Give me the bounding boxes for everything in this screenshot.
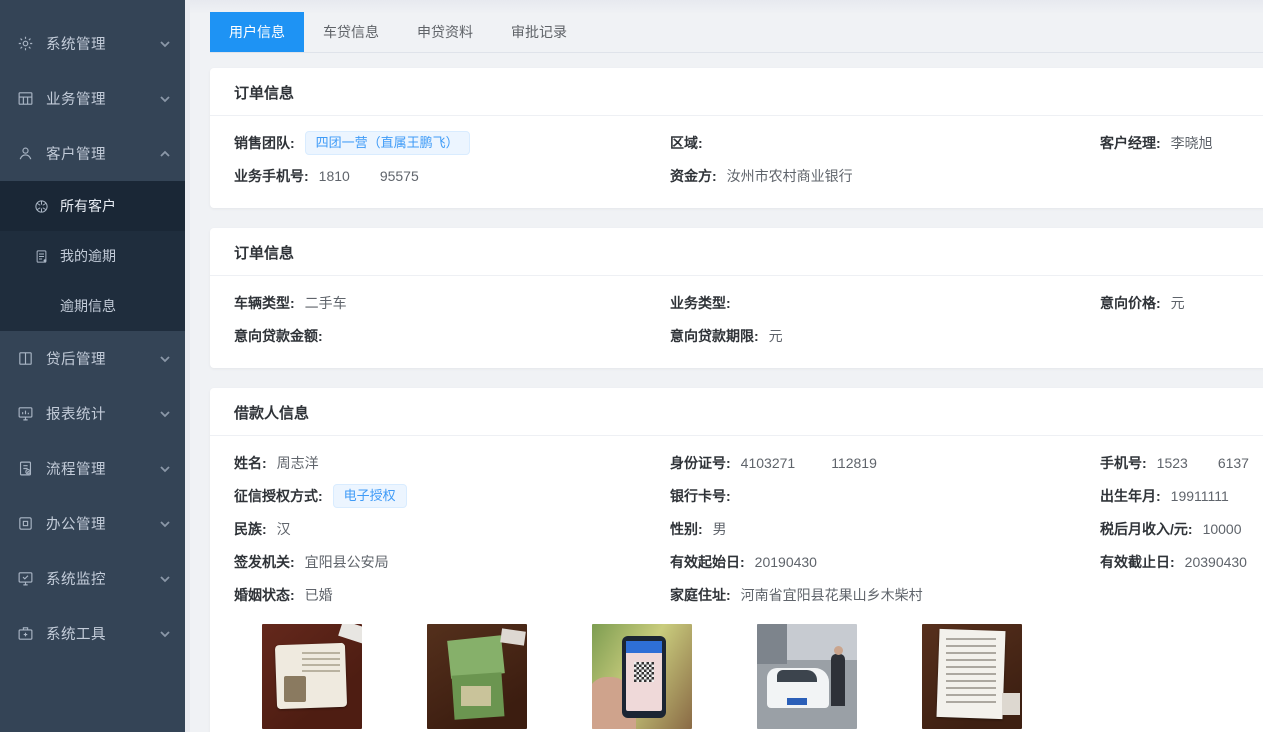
borrower-info-card: 借款人信息 姓名: 周志洋 身份证号: 4103271112819 手机号: 1… <box>210 388 1263 732</box>
field-valid-from: 有效起始日: 20190430 <box>670 545 1100 578</box>
field-marital-status: 婚姻状态: 已婚 <box>234 578 670 611</box>
field-valid-to: 有效截止日: 20390430 <box>1100 545 1263 578</box>
photo-handwritten-document[interactable] <box>922 624 1022 729</box>
loan-intent-card: 订单信息 车辆类型: 二手车 业务类型: 意向价格: 元 意向贷款金额: <box>210 228 1263 368</box>
sidebar-item-business-mgmt[interactable]: 业务管理 <box>0 71 185 126</box>
field-name: 姓名: 周志洋 <box>234 446 670 479</box>
sales-team-tag[interactable]: 四团一营（直属王鹏飞） <box>305 131 470 155</box>
sidebar-item-label: 我的逾期 <box>60 246 116 266</box>
customer-mgmt-submenu: 所有客户 我的逾期 逾期信息 <box>0 181 185 331</box>
sidebar-item-label: 流程管理 <box>46 458 159 479</box>
grid-icon <box>15 89 35 109</box>
sidebar-item-label: 贷后管理 <box>46 348 159 369</box>
credit-auth-tag[interactable]: 电子授权 <box>333 484 407 508</box>
field-ethnicity: 民族: 汉 <box>234 512 670 545</box>
customers-icon <box>32 197 50 215</box>
sidebar-item-report-stats[interactable]: 报表统计 <box>0 386 185 441</box>
sidebar-item-all-customers[interactable]: 所有客户 <box>0 181 185 231</box>
sidebar-item-system-monitor[interactable]: 系统监控 <box>0 551 185 606</box>
overdue-doc-icon <box>32 247 50 265</box>
main-content: 用户信息 车贷信息 申贷资料 审批记录 订单信息 销售团队: 四团一营（直属王鹏… <box>185 0 1263 732</box>
user-icon <box>15 144 35 164</box>
card-title: 订单信息 <box>210 68 1263 116</box>
sidebar-item-label: 系统工具 <box>46 623 159 644</box>
document-photos: 身份证 驾驶证图片 征信截图 <box>262 624 1263 732</box>
sidebar-item-label: 系统监控 <box>46 568 159 589</box>
detail-tabs: 用户信息 车贷信息 申贷资料 审批记录 <box>210 12 1263 53</box>
chevron-down-icon <box>159 353 171 365</box>
field-vehicle-type: 车辆类型: 二手车 <box>234 286 670 319</box>
field-issuing-authority: 签发机关: 宜阳县公安局 <box>234 545 670 578</box>
chevron-down-icon <box>159 573 171 585</box>
tab-approval-records[interactable]: 审批记录 <box>492 12 586 52</box>
sidebar-item-label: 系统管理 <box>46 33 159 54</box>
sidebar-item-system-mgmt[interactable]: 系统管理 <box>0 16 185 71</box>
report-monitor-icon <box>15 404 35 424</box>
field-bank-card: 银行卡号: <box>670 479 1100 512</box>
sidebar-item-postloan-mgmt[interactable]: 贷后管理 <box>0 331 185 386</box>
field-loan-term: 意向贷款期限: 元 <box>670 319 1100 352</box>
sidebar-item-label: 逾期信息 <box>60 296 116 316</box>
photo-credit-screenshot[interactable] <box>592 624 692 729</box>
field-intent-price: 意向价格: 元 <box>1100 286 1263 319</box>
book-icon <box>15 349 35 369</box>
chevron-down-icon <box>159 38 171 50</box>
chevron-up-icon <box>159 148 171 160</box>
photo-drivers-license[interactable] <box>427 624 527 729</box>
field-funder: 资金方: 汝州市农村商业银行 <box>670 159 1100 192</box>
card-title: 借款人信息 <box>210 388 1263 436</box>
sidebar-item-my-overdue[interactable]: 我的逾期 <box>0 231 185 281</box>
field-account-manager: 客户经理: 李晓旭 <box>1100 126 1263 159</box>
gear-icon <box>15 34 35 54</box>
sidebar-item-label: 办公管理 <box>46 513 159 534</box>
chevron-down-icon <box>159 463 171 475</box>
field-credit-auth: 征信授权方式: 电子授权 <box>234 479 670 512</box>
chevron-down-icon <box>159 408 171 420</box>
sidebar-item-customer-mgmt[interactable]: 客户管理 <box>0 126 185 181</box>
chevron-down-icon <box>159 518 171 530</box>
field-id-number: 身份证号: 4103271112819 <box>670 446 1100 479</box>
workflow-icon <box>15 459 35 479</box>
chevron-down-icon <box>159 93 171 105</box>
tab-user-info[interactable]: 用户信息 <box>210 12 304 52</box>
field-gender: 性别: 男 <box>670 512 1100 545</box>
redaction-patch <box>1188 456 1218 470</box>
sidebar-item-process-mgmt[interactable]: 流程管理 <box>0 441 185 496</box>
field-region: 区域: <box>670 126 1100 159</box>
field-business-phone: 业务手机号: 181095575 <box>234 159 670 192</box>
tab-loan-application-docs[interactable]: 申贷资料 <box>398 12 492 52</box>
sidebar-item-overdue-info[interactable]: 逾期信息 <box>0 281 185 331</box>
photo-person-with-car[interactable] <box>757 624 857 729</box>
sidebar-item-label: 所有客户 <box>60 196 116 216</box>
field-home-address: 家庭住址: 河南省宜阳县花果山乡木柴村 <box>670 578 1100 611</box>
field-loan-amount: 意向贷款金额: <box>234 319 670 352</box>
field-birth-date: 出生年月: 19911111 <box>1100 479 1263 512</box>
redaction-patch <box>795 456 831 470</box>
toolbox-icon <box>15 624 35 644</box>
sidebar-item-label: 业务管理 <box>46 88 159 109</box>
chevron-down-icon <box>159 628 171 640</box>
redaction-patch <box>350 169 380 183</box>
field-sales-team: 销售团队: 四团一营（直属王鹏飞） <box>234 126 670 159</box>
card-title: 订单信息 <box>210 228 1263 276</box>
sidebar-item-label: 报表统计 <box>46 403 159 424</box>
office-icon <box>15 514 35 534</box>
tab-car-loan-info[interactable]: 车贷信息 <box>304 12 398 52</box>
order-info-card: 订单信息 销售团队: 四团一营（直属王鹏飞） 区域: 客户经理: 李晓旭 业务手… <box>210 68 1263 208</box>
sidebar-item-system-tools[interactable]: 系统工具 <box>0 606 185 661</box>
sidebar-item-label: 客户管理 <box>46 143 159 164</box>
field-monthly-income: 税后月收入/元: 10000 <box>1100 512 1263 545</box>
field-business-type: 业务类型: <box>670 286 1100 319</box>
sidebar-item-office-mgmt[interactable]: 办公管理 <box>0 496 185 551</box>
sidebar: 系统管理 业务管理 客户管理 所有客户 <box>0 0 185 732</box>
monitor-check-icon <box>15 569 35 589</box>
field-mobile-phone: 手机号: 15236137 <box>1100 446 1263 479</box>
photo-id-card[interactable] <box>262 624 362 729</box>
